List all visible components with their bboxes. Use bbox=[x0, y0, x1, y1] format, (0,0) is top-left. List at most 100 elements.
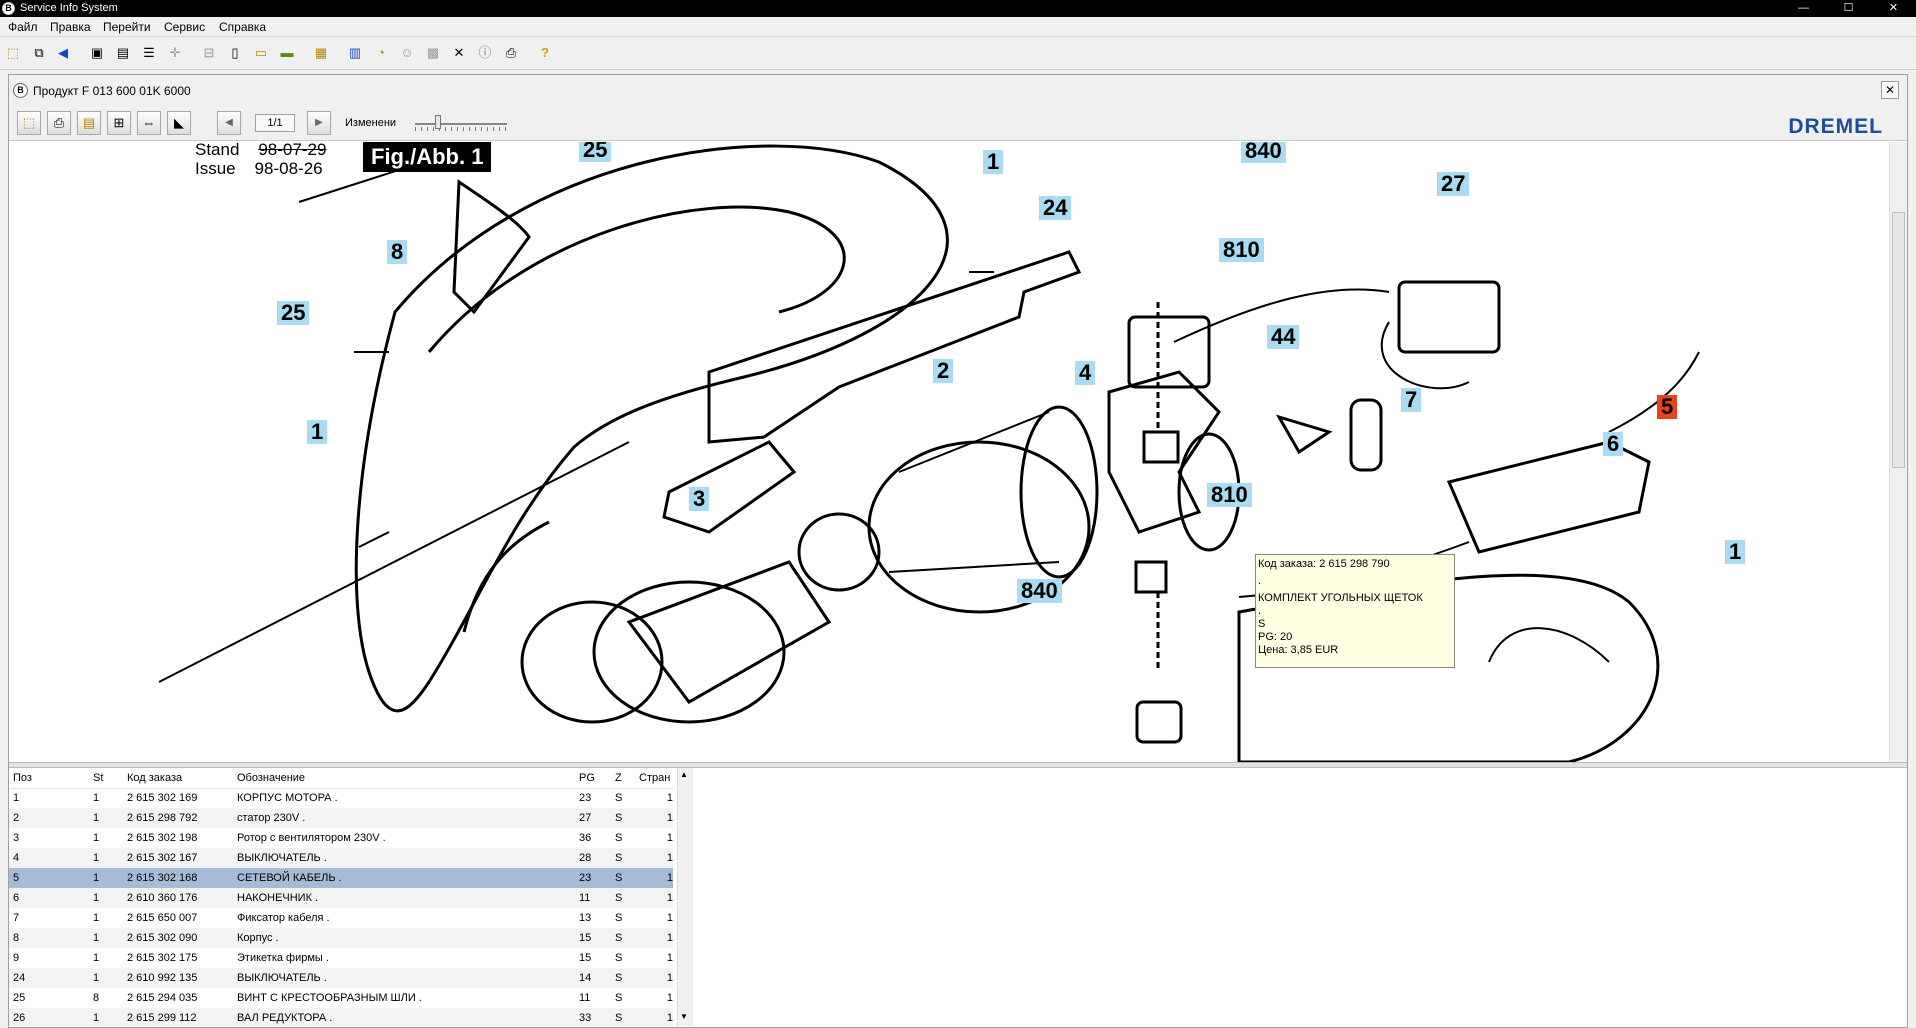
fit-width-icon[interactable]: ⇔ bbox=[137, 111, 161, 135]
callout-840-top[interactable]: 840 bbox=[1241, 142, 1286, 163]
comment-icon[interactable]: ▤ bbox=[77, 111, 101, 135]
minimize-button[interactable]: — bbox=[1781, 0, 1826, 17]
menu-help[interactable]: Справка bbox=[219, 20, 266, 34]
table-cell: 26 bbox=[9, 1008, 89, 1026]
callout-25-top[interactable]: 25 bbox=[579, 142, 612, 162]
callout-8[interactable]: 8 bbox=[387, 240, 408, 264]
table-cell: 1 bbox=[89, 928, 123, 948]
col-header-z[interactable]: Z bbox=[611, 768, 635, 789]
document-icon[interactable]: ▤ bbox=[114, 44, 132, 62]
open-folder-icon[interactable]: ▭ bbox=[252, 44, 270, 62]
table-cell: S bbox=[611, 888, 635, 908]
callout-810-bottom[interactable]: 810 bbox=[1207, 483, 1252, 507]
page-indicator[interactable]: 1/1 bbox=[255, 114, 295, 132]
menu-file[interactable]: Файл bbox=[8, 20, 38, 34]
callout-24[interactable]: 24 bbox=[1039, 196, 1072, 220]
new-file-icon[interactable]: ▯ bbox=[226, 44, 244, 62]
exploded-view-drawing[interactable]: Stand 98-07-29 Issue 98-08-26 Fig./Abb. … bbox=[9, 142, 1889, 762]
drawing-scrollbar[interactable] bbox=[1889, 142, 1907, 762]
tools-icon[interactable]: ✕ bbox=[450, 44, 468, 62]
callout-25-left[interactable]: 25 bbox=[277, 301, 310, 325]
table-row[interactable]: 7 1 2 615 650 007 Фиксатор кабеля . 13 S 1 bbox=[9, 908, 673, 928]
scroll-down-icon[interactable]: ▼ bbox=[680, 1012, 688, 1021]
table-cell: 2 615 302 090 bbox=[123, 928, 233, 948]
print-view-icon[interactable]: ⎙ bbox=[47, 111, 71, 135]
callout-44[interactable]: 44 bbox=[1267, 325, 1300, 349]
callout-1-right[interactable]: 1 bbox=[1725, 540, 1746, 564]
print-icon[interactable]: ⎙ bbox=[502, 44, 520, 62]
image-icon[interactable]: ▣ bbox=[88, 44, 106, 62]
table-row[interactable]: 1 1 2 615 302 169 КОРПУС МОТОРА . 23 S 1 bbox=[9, 788, 673, 808]
clipboard-icon[interactable]: ▦ bbox=[312, 44, 330, 62]
callout-6[interactable]: 6 bbox=[1603, 432, 1624, 456]
callout-4[interactable]: 4 bbox=[1075, 361, 1096, 385]
changes-slider[interactable] bbox=[415, 115, 507, 131]
copy-icon[interactable]: ⧉ bbox=[30, 44, 48, 62]
callout-3[interactable]: 3 bbox=[689, 487, 710, 511]
table-cell: 1 bbox=[666, 912, 673, 924]
menu-go[interactable]: Перейти bbox=[103, 20, 151, 34]
help-icon[interactable]: ? bbox=[536, 44, 554, 62]
col-header-page[interactable]: Стран bbox=[635, 768, 673, 789]
slider-ticks bbox=[415, 127, 507, 131]
table-row[interactable]: 9 1 2 615 302 175 Этикетка фирмы . 15 S 1 bbox=[9, 948, 673, 968]
table-row[interactable]: 812 615 302 090 Корпус . 15 S 1 bbox=[9, 928, 673, 948]
target-icon[interactable]: ✛ bbox=[166, 44, 184, 62]
close-button[interactable]: ✕ bbox=[1871, 0, 1916, 17]
zoom-area-icon[interactable]: ◣ bbox=[167, 111, 191, 135]
col-header-pg[interactable]: PG bbox=[575, 768, 611, 789]
tooltip-part-name: КОМПЛЕКТ УГОЛЬНЫХ ЩЕТОК bbox=[1258, 592, 1423, 604]
info-icon[interactable]: ⓘ bbox=[476, 44, 494, 62]
exit-view-icon[interactable]: ⬚ bbox=[17, 111, 41, 135]
table-cell: S bbox=[611, 928, 635, 948]
calculator-icon[interactable]: ▩ bbox=[424, 44, 442, 62]
fit-page-icon[interactable]: ⊞ bbox=[107, 111, 131, 135]
col-header-designation[interactable]: Обозначение bbox=[233, 768, 575, 789]
callout-27[interactable]: 27 bbox=[1437, 172, 1470, 196]
table-row[interactable]: 3 1 2 615 302 198 Ротор с вентилятором 230V… bbox=[9, 828, 673, 848]
table-row[interactable]: 512 615 302 168 СЕТЕВОЙ КАБЕЛЬ . 23 S 1 bbox=[9, 868, 673, 888]
table-cell: S bbox=[611, 968, 635, 988]
callout-2[interactable]: 2 bbox=[933, 359, 954, 383]
table-row[interactable]: 612 610 360 176 НАКОНЕЧНИК . 11 S 1 bbox=[9, 888, 673, 908]
callout-5-selected[interactable]: 5 bbox=[1657, 395, 1678, 419]
menu-edit[interactable]: Правка bbox=[50, 20, 91, 34]
table-row[interactable]: 25 8 2 615 294 035 ВИНТ С КРЕСТООБРАЗНЫМ ШЛ… bbox=[9, 988, 673, 1008]
maximize-button[interactable]: ☐ bbox=[1826, 0, 1871, 17]
table-cell: 1 bbox=[89, 848, 123, 868]
callout-1-left[interactable]: 1 bbox=[307, 420, 328, 444]
col-header-pos[interactable]: Поз bbox=[9, 768, 89, 789]
table-row[interactable]: 26 1 2 615 299 112 ВАЛ РЕДУКТОРА . 33 S 1 bbox=[9, 1008, 673, 1026]
person-icon[interactable]: ☺ bbox=[398, 44, 416, 62]
slider-track bbox=[415, 123, 507, 125]
book-icon[interactable]: ▥ bbox=[346, 44, 364, 62]
scroll-up-icon[interactable]: ▲ bbox=[680, 770, 688, 779]
table-cell: 1 bbox=[89, 968, 123, 988]
table-cell: S bbox=[615, 952, 623, 964]
table-row[interactable]: 24 1 2 610 992 135 ВЫКЛЮЧАТЕЛЬ . 14 S 1 bbox=[9, 968, 673, 988]
drawing-scrollbar-thumb[interactable] bbox=[1892, 212, 1905, 468]
folder-icon[interactable]: ▬ bbox=[278, 44, 296, 62]
back-arrow-icon[interactable]: ◀ bbox=[54, 44, 72, 62]
next-page-button[interactable]: ▶ bbox=[307, 111, 331, 135]
table-cell: СЕТЕВОЙ КАБЕЛЬ . bbox=[233, 868, 575, 888]
callout-840-bottom[interactable]: 840 bbox=[1017, 579, 1062, 603]
callout-7[interactable]: 7 bbox=[1401, 388, 1422, 412]
table-cell: 8 bbox=[9, 928, 89, 948]
list-icon[interactable]: ☰ bbox=[140, 44, 158, 62]
previous-page-button[interactable]: ◀ bbox=[217, 111, 241, 135]
document-close-button[interactable]: ✕ bbox=[1881, 81, 1899, 99]
callout-1-top[interactable]: 1 bbox=[983, 150, 1004, 174]
callout-810-top[interactable]: 810 bbox=[1219, 238, 1264, 262]
parts-scrollbar[interactable]: ▲ ▼ bbox=[677, 768, 693, 1026]
clock-icon[interactable]: ◔ bbox=[372, 44, 390, 62]
exit-icon[interactable]: ⬚ bbox=[4, 44, 22, 62]
menu-service[interactable]: Сервис bbox=[164, 20, 205, 34]
table-row[interactable]: 412 615 302 167 ВЫКЛЮЧАТЕЛЬ . 28 S 1 bbox=[9, 848, 673, 868]
drawing-toolbar: ⬚ ⎙ ▤ ⊞ ⇔ ◣ ◀ 1/1 ▶ Изменени DREMEL bbox=[9, 105, 1907, 141]
col-header-order-code[interactable]: Код заказа bbox=[123, 768, 233, 789]
table-row[interactable]: 212 615 298 792 статор 230V . 27 S 1 bbox=[9, 808, 673, 828]
cart-icon[interactable]: ⊟ bbox=[200, 44, 218, 62]
col-header-st[interactable]: St bbox=[89, 768, 123, 789]
slider-thumb[interactable] bbox=[435, 115, 441, 129]
